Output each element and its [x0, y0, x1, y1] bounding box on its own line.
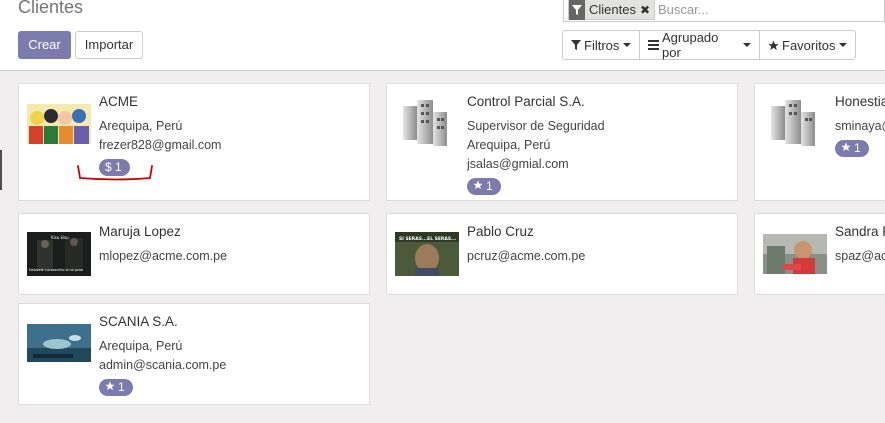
star-icon [105, 380, 115, 395]
filter-icon [571, 40, 581, 50]
card-email: frezer828@gmail.com [99, 138, 222, 152]
card-title: Sandra F [835, 224, 885, 239]
badge-text: 1 [854, 141, 861, 155]
kanban-card[interactable]: Honestia sminaya@ 1 [754, 83, 885, 201]
search-options: Filtros Agrupado por Favoritos [562, 30, 856, 60]
filter-icon [569, 0, 585, 20]
favorites-dropdown[interactable]: Favoritos [759, 30, 856, 60]
card-email: sminaya@ [835, 119, 885, 133]
card-title: Maruja Lopez [99, 224, 181, 239]
card-email: jsalas@gmial.com [467, 157, 569, 171]
image-caption: SI SERAS...EL SERAS... [399, 236, 457, 242]
star-icon [841, 141, 851, 156]
badge-text: 1 [118, 380, 125, 394]
card-function: Supervisor de Seguridad [467, 119, 605, 133]
card-title: Honestia [835, 94, 885, 109]
left-edge-strip [0, 150, 2, 190]
buildings-icon [395, 98, 459, 150]
card-email: admin@scania.com.pe [99, 358, 227, 372]
facet-value: Clientes [589, 2, 636, 17]
buildings-icon [763, 98, 827, 150]
card-title: ACME [99, 94, 139, 109]
underwater-image [27, 324, 91, 362]
list-icon [648, 40, 659, 50]
card-email: spaz@ac [835, 249, 885, 263]
group-by-label: Agrupado por [662, 30, 719, 60]
filters-label: Filtros [584, 37, 620, 53]
kanban-card[interactable]: ACME Arequipa, Perú frezer828@gmail.com … [18, 83, 370, 201]
group-by-dropdown[interactable]: Agrupado por [639, 30, 760, 60]
status-badge: 1 [99, 379, 133, 396]
caret-down-icon [743, 43, 751, 47]
badge-text: 1 [486, 179, 493, 193]
meme-image: SI SERAS...EL SERAS... [395, 232, 459, 276]
caret-down-icon [623, 43, 632, 47]
filters-dropdown[interactable]: Filtros [562, 30, 640, 60]
create-button[interactable]: Crear [18, 31, 71, 59]
card-title: SCANIA S.A. [99, 314, 178, 329]
kanban-card[interactable]: Control Parcial S.A. Supervisor de Segur… [386, 83, 738, 201]
import-button[interactable]: Importar [75, 31, 143, 59]
kanban-card[interactable]: Sandra F spaz@ac [754, 213, 885, 295]
image-caption-top: Kisu kisu [51, 235, 69, 240]
status-badge: 1 [835, 140, 869, 157]
control-panel: Clientes Crear Importar Clientes ✖ Filtr… [0, 0, 885, 71]
card-city: Arequipa, Perú [467, 138, 551, 152]
search-input[interactable] [656, 1, 880, 18]
search-box[interactable]: Clientes ✖ [563, 0, 885, 22]
status-badge: 1 [467, 178, 501, 195]
dark-meme-image: Kisu kisu Halovele cucarachito si no pus… [27, 232, 91, 276]
card-city: Arequipa, Perú [99, 119, 183, 133]
caret-down-icon [839, 43, 848, 47]
star-icon [768, 39, 779, 51]
favorites-label: Favoritos [782, 37, 836, 53]
red-underline-annotation [77, 165, 153, 181]
card-title: Pablo Cruz [467, 224, 534, 239]
star-icon [473, 179, 483, 194]
card-title: Control Parcial S.A. [467, 94, 585, 109]
card-city: Arequipa, Perú [99, 339, 183, 353]
search-facet: Clientes ✖ [568, 0, 656, 20]
card-email: mlopez@acme.com.pe [99, 249, 228, 263]
kanban-card[interactable]: SI SERAS...EL SERAS... Pablo Cruz pcruz@… [386, 213, 738, 295]
card-email: pcruz@acme.com.pe [467, 249, 586, 263]
comic-image [27, 104, 91, 144]
photo-image [763, 234, 827, 274]
kanban-card[interactable]: SCANIA S.A. Arequipa, Perú admin@scania.… [18, 303, 370, 405]
image-caption-bottom: Halovele cucarachito si no puse [29, 268, 83, 272]
kanban-card[interactable]: Kisu kisu Halovele cucarachito si no pus… [18, 213, 370, 295]
page-title: Clientes [18, 0, 84, 17]
close-icon[interactable]: ✖ [640, 3, 654, 17]
